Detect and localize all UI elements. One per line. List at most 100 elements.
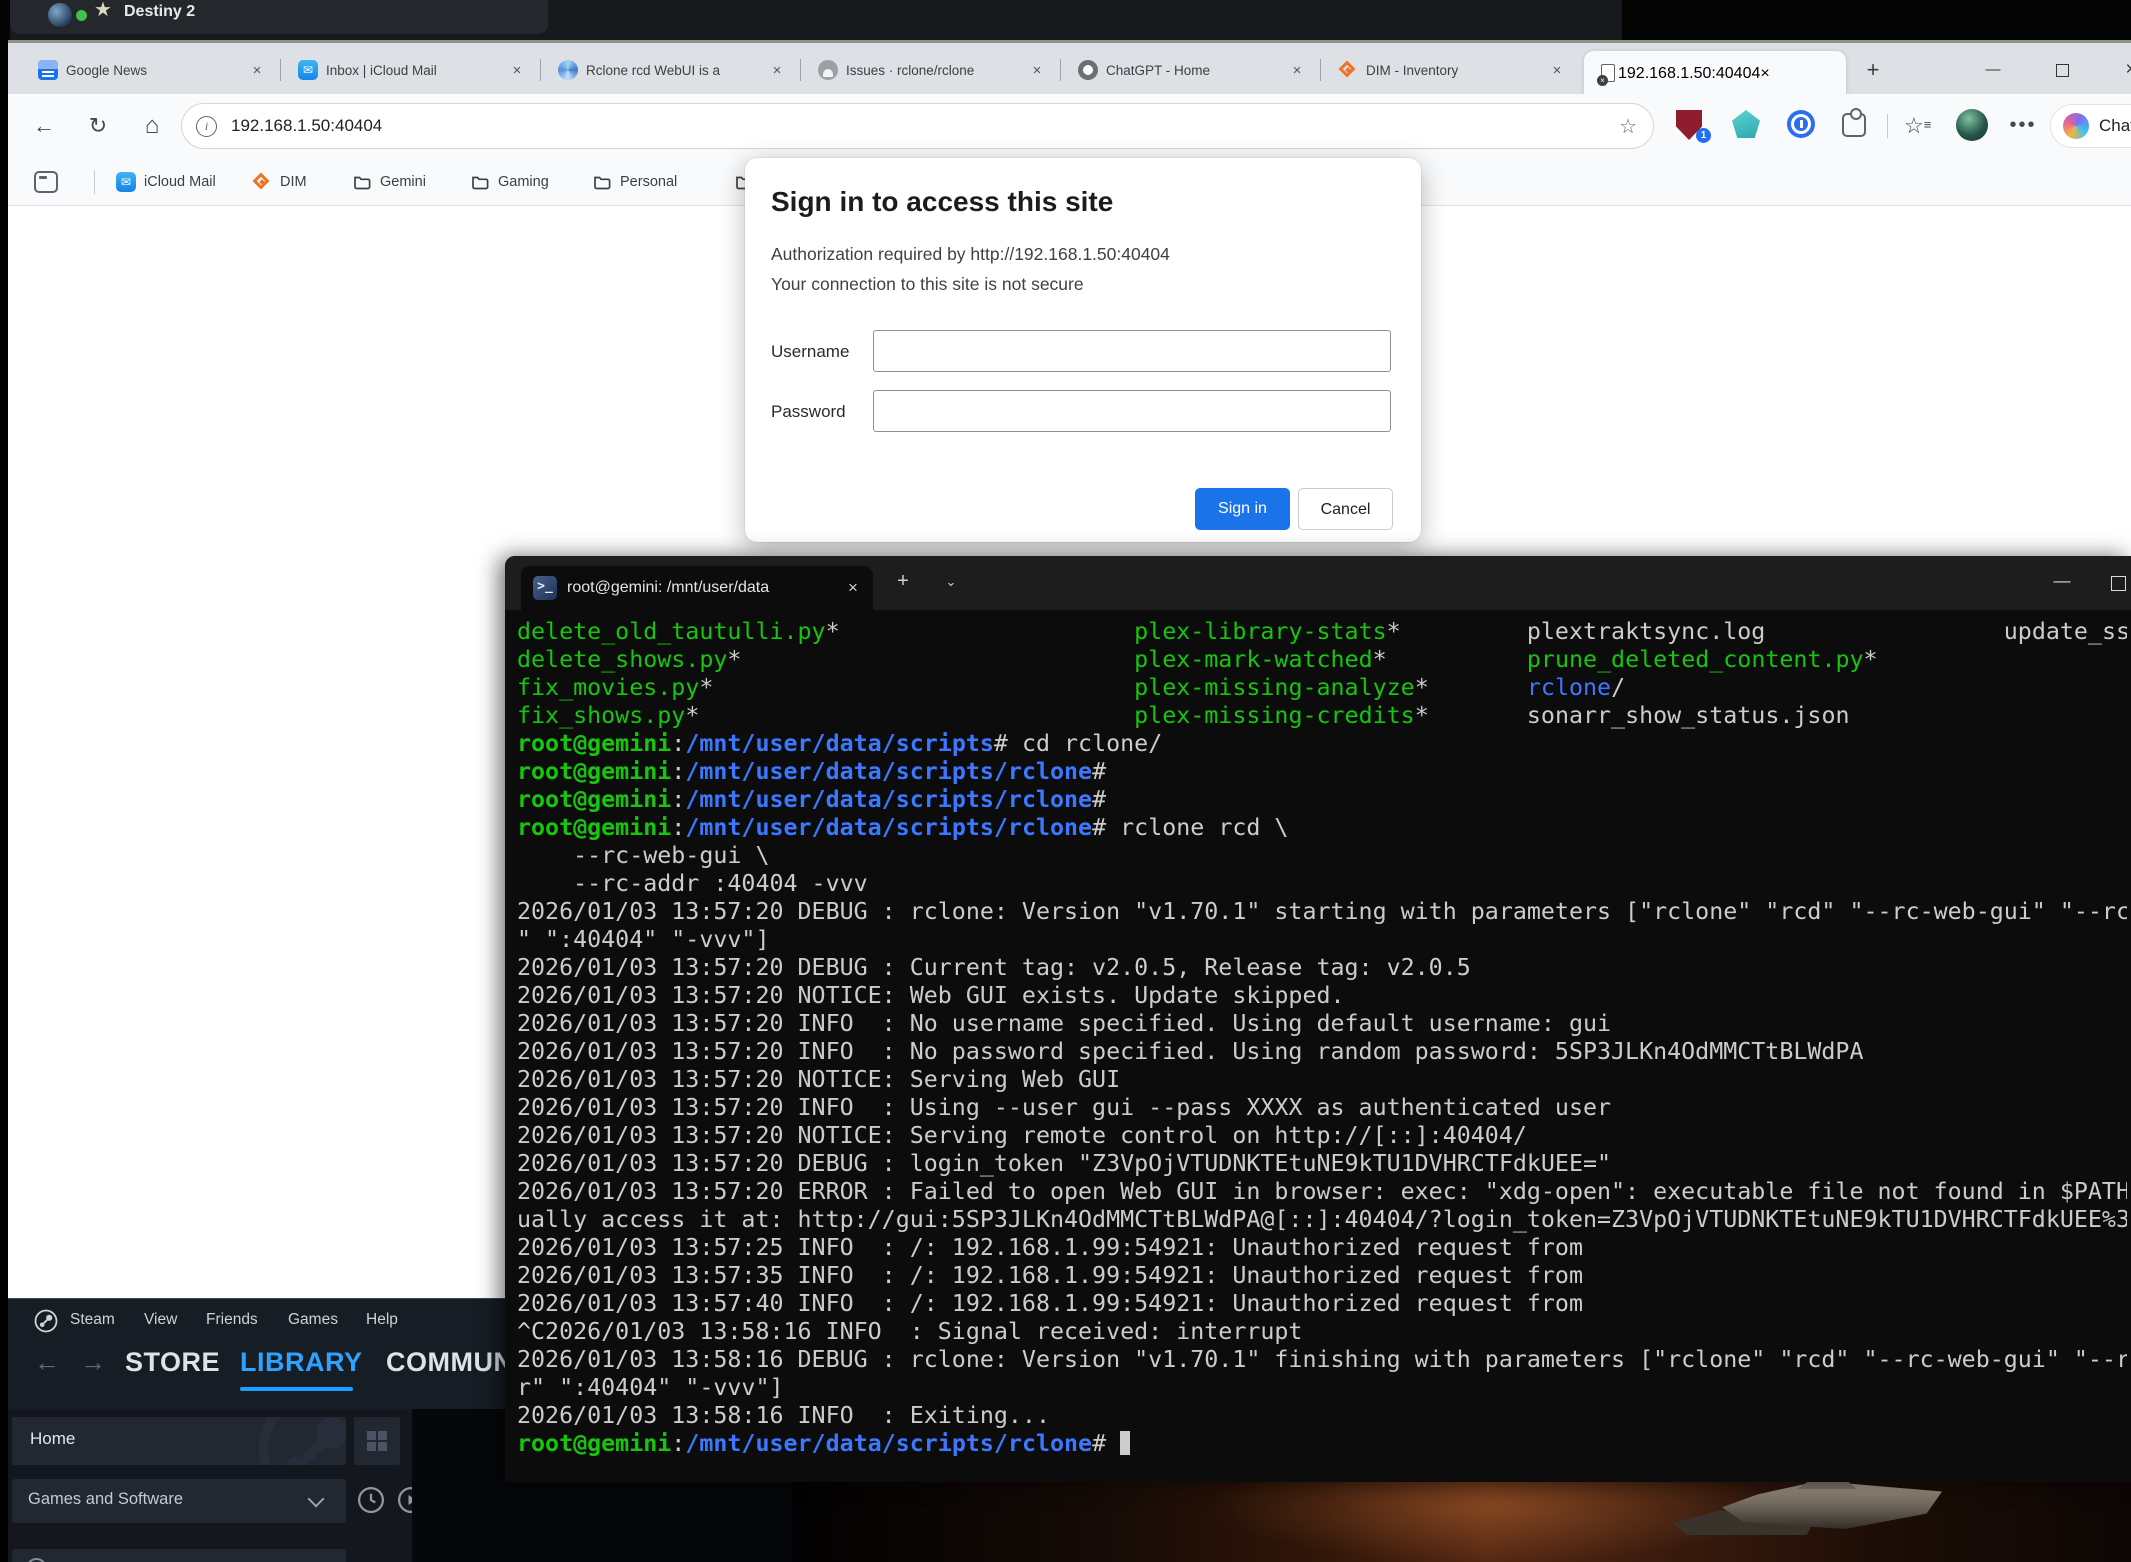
password-manager-icon[interactable] bbox=[1787, 110, 1817, 140]
dialog-security-line: Your connection to this site is not secu… bbox=[771, 274, 1084, 295]
username-field[interactable] bbox=[873, 330, 1391, 372]
steam-back-icon[interactable]: ← bbox=[34, 1347, 60, 1378]
steam-menu-steam[interactable]: Steam bbox=[70, 1311, 115, 1329]
steam-menu-view[interactable]: View bbox=[144, 1311, 177, 1329]
collection-label: Games and Software bbox=[28, 1490, 183, 1509]
tab-close-icon[interactable]: × bbox=[248, 62, 266, 79]
steam-menu-games[interactable]: Games bbox=[288, 1311, 338, 1329]
tab-active[interactable]: × 192.168.1.50:40404 × bbox=[1584, 51, 1846, 97]
adblock-extension-icon[interactable]: 1 bbox=[1676, 110, 1706, 140]
bookmark-label: Gemini bbox=[380, 174, 426, 190]
terminal-window: >_ root@gemini: /mnt/user/data × + ⌄ — d… bbox=[505, 556, 2131, 1482]
steam-sidebar: Home Games and Software bbox=[8, 1409, 412, 1562]
game-title: Destiny 2 bbox=[124, 3, 195, 21]
new-tab-button[interactable]: + bbox=[1860, 57, 1886, 83]
desktop: ★ Destiny 2 Google News× ✉ Inbox | iCloud … bbox=[0, 0, 2131, 1562]
tab-close-icon[interactable]: × bbox=[1288, 62, 1306, 79]
chatgpt-icon bbox=[1078, 60, 1098, 80]
terminal-maximize-button[interactable] bbox=[2111, 576, 2126, 591]
tab-chatgpt-home[interactable]: ChatGPT - Home × bbox=[1064, 46, 1316, 94]
steam-nav-store[interactable]: STORE bbox=[125, 1347, 220, 1378]
window-close-button[interactable]: × bbox=[2108, 51, 2131, 89]
terminal-tab-dropdown-icon[interactable]: ⌄ bbox=[937, 574, 965, 590]
tab-inbox-icloud-mail[interactable]: ✉ Inbox | iCloud Mail × bbox=[284, 46, 536, 94]
tab-close-icon[interactable]: × bbox=[768, 62, 786, 79]
tab-divider bbox=[1060, 59, 1061, 81]
game-icon bbox=[48, 3, 72, 27]
back-icon[interactable]: ← bbox=[26, 108, 62, 144]
tab-issues-rclone-rclone[interactable]: Issues · rclone/rclone× bbox=[804, 46, 1056, 94]
copilot-icon bbox=[2063, 113, 2089, 139]
bookmark-personal[interactable]: Personal bbox=[592, 168, 677, 196]
browser-toolbar: ← ↻ ⌂ i 192.168.1.50:40404 ☆ 1 ☆≡ ••• Ch… bbox=[8, 94, 2131, 158]
terminal-new-tab-button[interactable]: + bbox=[889, 570, 917, 593]
url-text[interactable]: 192.168.1.50:40404 bbox=[231, 116, 1619, 136]
steam-nav-library[interactable]: LIBRARY bbox=[240, 1347, 363, 1378]
tab-close-icon[interactable]: × bbox=[1760, 65, 1769, 83]
github-icon bbox=[818, 60, 838, 80]
collection-dropdown[interactable]: Games and Software bbox=[12, 1479, 346, 1523]
terminal-line: root@gemini:/mnt/user/data/scripts/rclon… bbox=[517, 1430, 2127, 1458]
terminal-line: fix_movies.py* plex-missing-analyze* rcl… bbox=[517, 674, 2127, 702]
settings-menu-icon[interactable]: ••• bbox=[2008, 110, 2038, 140]
window-maximize-button[interactable] bbox=[2039, 51, 2085, 89]
tab-close-icon[interactable]: × bbox=[508, 62, 526, 79]
terminal-minimize-button[interactable]: — bbox=[2033, 556, 2091, 610]
terminal-line: 2026/01/03 13:58:16 DEBUG : rclone: Vers… bbox=[517, 1346, 2127, 1374]
extensions-puzzle-icon[interactable] bbox=[1842, 110, 1872, 140]
tab-dim-inventory[interactable]: DIM - Inventory × bbox=[1324, 46, 1576, 94]
tab-rclone-rcd-webui-is-a[interactable]: Rclone rcd WebUI is a× bbox=[544, 46, 796, 94]
library-search-row[interactable] bbox=[12, 1549, 346, 1562]
library-active-underline bbox=[240, 1387, 353, 1391]
terminal-tab-close-icon[interactable]: × bbox=[843, 578, 863, 598]
terminal-line: fix_shows.py* plex-missing-credits* sona… bbox=[517, 702, 2127, 730]
folder-icon bbox=[470, 172, 490, 192]
terminal-tab[interactable]: >_ root@gemini: /mnt/user/data × bbox=[521, 566, 873, 610]
steam-menu-friends[interactable]: Friends bbox=[206, 1311, 258, 1329]
background-window-strip: ★ Destiny 2 bbox=[0, 0, 2131, 40]
refresh-icon[interactable]: ↻ bbox=[80, 108, 116, 144]
terminal-line: r" ":40404" "-vvv"] bbox=[517, 1374, 2127, 1402]
favorites-list-icon[interactable]: ☆≡ bbox=[1904, 110, 1934, 140]
terminal-line: ^C2026/01/03 13:58:16 INFO : Signal rece… bbox=[517, 1318, 2127, 1346]
steam-forward-icon[interactable]: → bbox=[80, 1347, 106, 1378]
bookmark-icloud-mail[interactable]: ✉iCloud Mail bbox=[116, 168, 216, 196]
steam-menu-help[interactable]: Help bbox=[366, 1311, 398, 1329]
tab-divider bbox=[800, 59, 801, 81]
tab-title: ChatGPT - Home bbox=[1106, 63, 1280, 78]
profile-avatar[interactable] bbox=[1956, 109, 1988, 141]
terminal-titlebar[interactable]: >_ root@gemini: /mnt/user/data × + ⌄ — bbox=[505, 556, 2131, 610]
tab-strip: Google News×✉Inbox | iCloud Mail×Rclone … bbox=[8, 40, 2131, 94]
grid-view-button[interactable] bbox=[354, 1417, 400, 1465]
sidebar-item-home[interactable]: Home bbox=[12, 1417, 346, 1465]
home-icon[interactable]: ⌂ bbox=[134, 108, 170, 144]
terminal-line: --rc-web-gui \ bbox=[517, 842, 2127, 870]
mail-icon: ✉ bbox=[298, 60, 318, 80]
tab-divider bbox=[1320, 59, 1321, 81]
auth-dialog: Sign in to access this site Authorizatio… bbox=[745, 158, 1421, 542]
tab-close-icon[interactable]: × bbox=[1548, 62, 1566, 79]
terminal-line: " ":40404" "-vvv"] bbox=[517, 926, 2127, 954]
bookmark-gaming[interactable]: Gaming bbox=[470, 168, 549, 196]
tab-title: Inbox | iCloud Mail bbox=[326, 63, 500, 78]
tab-title: DIM - Inventory bbox=[1366, 63, 1540, 78]
online-status-dot bbox=[76, 10, 87, 21]
terminal-output[interactable]: delete_old_tautulli.py* plex-library-sta… bbox=[517, 618, 2127, 1478]
recent-clock-icon[interactable] bbox=[356, 1485, 386, 1515]
bookmark-gemini[interactable]: Gemini bbox=[352, 168, 426, 196]
bookmark-dim[interactable]: DIM bbox=[252, 168, 307, 196]
password-field[interactable] bbox=[873, 390, 1391, 432]
favorite-star-icon[interactable]: ☆ bbox=[1619, 114, 1637, 139]
copilot-button[interactable]: Chat bbox=[2050, 104, 2131, 148]
dim-extension-icon[interactable] bbox=[1732, 110, 1762, 140]
window-minimize-button[interactable]: — bbox=[1970, 51, 2016, 89]
tab-close-icon[interactable]: × bbox=[1028, 62, 1046, 79]
rclone-icon bbox=[558, 60, 578, 80]
terminal-line: 2026/01/03 13:57:20 NOTICE: Serving Web … bbox=[517, 1066, 2127, 1094]
tab-google-news[interactable]: Google News× bbox=[24, 46, 276, 94]
tab-groups-icon[interactable] bbox=[34, 168, 58, 196]
site-info-icon[interactable]: i bbox=[196, 116, 217, 137]
address-bar[interactable]: i 192.168.1.50:40404 ☆ bbox=[181, 103, 1654, 149]
cancel-button[interactable]: Cancel bbox=[1298, 488, 1393, 530]
sign-in-button[interactable]: Sign in bbox=[1195, 488, 1290, 530]
